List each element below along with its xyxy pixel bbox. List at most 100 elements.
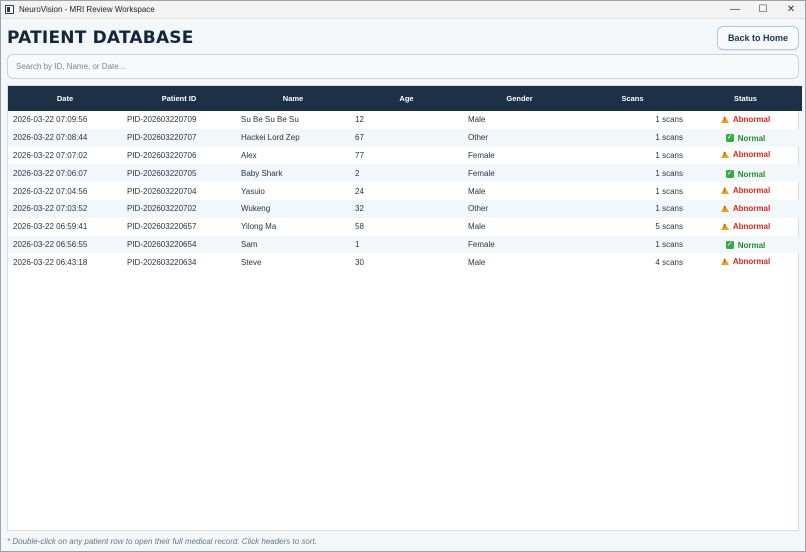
- cell-gender: Female: [468, 150, 495, 160]
- table-body: 2026-03-22 07:09:56 PID-202603220709 Su Be…: [8, 111, 802, 271]
- cell-name: Sam: [241, 239, 258, 249]
- table-row[interactable]: 2026-03-22 07:08:44 PID-202603220707 Hacke…: [8, 128, 802, 147]
- table-header-row: Date Patient ID Name Age Gender Scans Status: [8, 86, 802, 111]
- table-row[interactable]: 2026-03-22 07:04:56 PID-202603220704 Yasui…: [8, 182, 802, 200]
- cell-gender: Female: [468, 168, 495, 178]
- check-icon: ✓: [725, 170, 734, 179]
- search-box: [7, 54, 799, 79]
- cell-scans: 1 scans: [655, 186, 683, 196]
- column-header-gender[interactable]: Gender: [463, 86, 576, 111]
- status-label: Normal: [737, 133, 766, 143]
- table-row[interactable]: 2026-03-22 07:06:07 PID-202603220705 Baby …: [8, 164, 802, 183]
- cell-date: 2026-03-22 07:07:02: [13, 150, 88, 160]
- cell-pid: PID-202603220654: [127, 239, 197, 249]
- status-badge: Abnormal: [720, 115, 770, 124]
- cell-pid: PID-202603220706: [127, 150, 197, 160]
- status-badge: Abnormal: [720, 221, 771, 231]
- cell-status: Abnormal: [689, 200, 802, 218]
- status-badge: Abnormal: [720, 150, 771, 160]
- window-controls: — ☐ ✕: [721, 1, 805, 18]
- cell-scans: 1 scans: [655, 168, 683, 178]
- app-icon: [5, 5, 14, 14]
- cell-date: 2026-03-22 07:09:56: [13, 115, 88, 125]
- cell-pid: PID-202603220705: [127, 168, 197, 178]
- cell-age: 67: [355, 133, 364, 143]
- back-to-home-button[interactable]: Back to Home: [716, 26, 799, 50]
- cell-gender: Male: [468, 222, 486, 232]
- cell-age: 30: [355, 257, 364, 267]
- cell-scans: 5 scans: [655, 222, 683, 232]
- status-label: Abnormal: [732, 150, 771, 160]
- cell-gender: Male: [468, 257, 486, 267]
- status-label: Normal: [737, 169, 766, 179]
- cell-scans: 1 scans: [655, 239, 683, 249]
- cell-gender: Male: [468, 115, 486, 125]
- cell-date: 2026-03-22 06:56:55: [13, 239, 88, 249]
- cell-name: Baby Shark: [241, 168, 283, 178]
- cell-status: Abnormal: [689, 218, 802, 236]
- patient-table: Date Patient ID Name Age Gender Scans Status 2…: [8, 86, 802, 271]
- cell-gender: Other: [468, 204, 489, 214]
- status-label: Abnormal: [732, 257, 771, 267]
- column-header-patient-id[interactable]: Patient ID: [122, 86, 236, 111]
- cell-age: 77: [355, 150, 364, 160]
- warning-icon: [720, 187, 729, 195]
- warning-icon: [720, 151, 729, 159]
- window-title: NeuroVision - MRI Review Workspace: [19, 5, 155, 14]
- table-row[interactable]: 2026-03-22 07:03:52 PID-202603220702 Wuken…: [8, 199, 802, 218]
- cell-status: Abnormal: [689, 147, 802, 165]
- cell-scans: 1 scans: [655, 150, 683, 160]
- cell-pid: PID-202603220702: [127, 204, 197, 214]
- warning-icon: [720, 204, 729, 212]
- cell-date: 2026-03-22 07:08:44: [13, 133, 88, 143]
- cell-age: 32: [355, 204, 364, 214]
- check-icon: ✓: [725, 241, 734, 250]
- cell-name: Alex: [241, 150, 257, 160]
- table-row[interactable]: 2026-03-22 06:56:55 PID-202603220654 Sam 1 F…: [8, 235, 802, 254]
- page-header: PATIENT DATABASE Back to Home: [7, 25, 799, 51]
- table-row[interactable]: 2026-03-22 06:43:18 PID-202603220634 Steve…: [8, 253, 802, 271]
- cell-scans: 1 scans: [655, 115, 683, 125]
- cell-status: Abnormal: [689, 182, 802, 200]
- cell-name: Hackei Lord Zep: [241, 133, 300, 143]
- footer-hint: * Double-click on any patient row to ope…: [7, 537, 317, 546]
- search-input[interactable]: [16, 62, 798, 71]
- table-row[interactable]: 2026-03-22 07:07:02 PID-202603220706 Alex 7…: [8, 147, 802, 165]
- cell-age: 2: [355, 168, 360, 178]
- warning-icon: [720, 258, 729, 266]
- column-header-name[interactable]: Name: [236, 86, 350, 111]
- cell-gender: Male: [468, 186, 486, 196]
- status-badge: ✓ Normal: [725, 240, 766, 250]
- cell-pid: PID-202603220657: [127, 222, 197, 232]
- minimize-button[interactable]: —: [721, 1, 749, 18]
- status-label: Normal: [737, 240, 766, 250]
- warning-icon: [720, 115, 729, 123]
- status-badge: ✓ Normal: [725, 133, 766, 143]
- maximize-button[interactable]: ☐: [749, 1, 777, 18]
- status-label: Abnormal: [732, 221, 771, 231]
- cell-date: 2026-03-22 06:59:41: [13, 222, 88, 232]
- column-header-scans[interactable]: Scans: [576, 86, 689, 111]
- cell-date: 2026-03-22 07:04:56: [13, 186, 88, 196]
- cell-scans: 1 scans: [655, 204, 683, 214]
- status-label: Abnormal: [732, 203, 771, 213]
- status-badge: Abnormal: [720, 257, 771, 267]
- cell-pid: PID-202603220707: [127, 133, 197, 143]
- status-label: Abnormal: [732, 186, 771, 196]
- table-row[interactable]: 2026-03-22 07:09:56 PID-202603220709 Su Be…: [8, 111, 802, 129]
- cell-age: 1: [355, 239, 360, 249]
- cell-status: ✓ Normal: [689, 129, 802, 147]
- status-badge: Abnormal: [720, 203, 771, 213]
- cell-pid: PID-202603220704: [127, 186, 197, 196]
- title-bar: NeuroVision - MRI Review Workspace — ☐ ✕: [1, 1, 805, 19]
- cell-age: 24: [355, 186, 364, 196]
- cell-name: Su Be Su Be Su: [241, 115, 299, 125]
- cell-name: Steve: [241, 257, 262, 267]
- column-header-age[interactable]: Age: [350, 86, 463, 111]
- check-icon: ✓: [725, 134, 734, 143]
- table-row[interactable]: 2026-03-22 06:59:41 PID-202603220657 Yilon…: [8, 218, 802, 236]
- close-button[interactable]: ✕: [777, 1, 805, 18]
- cell-scans: 4 scans: [655, 257, 683, 267]
- column-header-date[interactable]: Date: [8, 86, 122, 111]
- column-header-status[interactable]: Status: [689, 86, 802, 111]
